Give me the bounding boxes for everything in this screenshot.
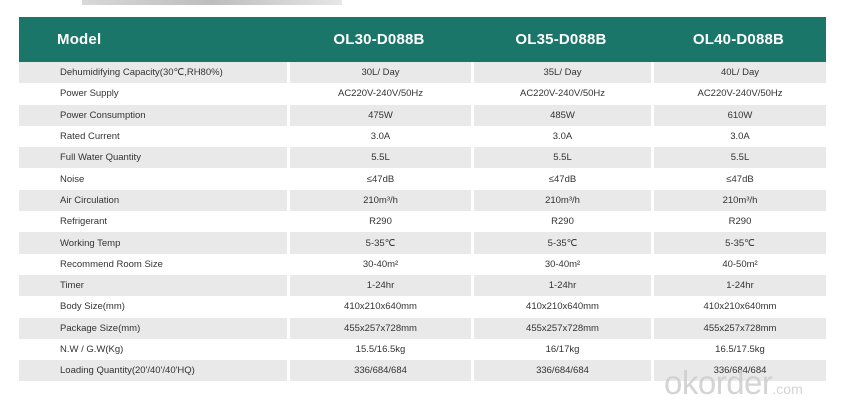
row-value: AC220V-240V/50Hz <box>287 83 471 105</box>
row-value: 3.0A <box>287 125 471 148</box>
row-label: Loading Quantity(20'/40'/40'HQ) <box>19 360 287 382</box>
row-label: Refrigerant <box>19 211 287 233</box>
header-model-ol35: OL35-D088B <box>515 31 607 48</box>
row-value: 5-35℃ <box>471 232 651 254</box>
row-label: Dehumidifying Capacity(30℃,RH80%) <box>19 62 287 84</box>
row-label: Noise <box>19 168 287 190</box>
row-label: N.W / G.W(Kg) <box>19 338 287 361</box>
row-value: 455x257x728mm <box>471 317 651 339</box>
row-value: 30L/ Day <box>287 62 471 84</box>
row-value: 35L/ Day <box>471 62 651 84</box>
row-value: 485W <box>471 104 651 126</box>
okorder-watermark: okorder.com <box>664 364 803 402</box>
row-value: 610W <box>651 104 826 126</box>
table-row: Working Temp 5-35℃ 5-35℃ 5-35℃ <box>19 232 826 254</box>
row-label: Power Supply <box>19 83 287 105</box>
row-value: 1-24hr <box>651 274 826 297</box>
row-value: 1-24hr <box>287 274 471 297</box>
row-label: Full Water Quantity <box>19 147 287 169</box>
row-value: R290 <box>287 211 471 233</box>
table-row: Rated Current 3.0A 3.0A 3.0A <box>19 125 826 148</box>
row-value: 30-40m² <box>287 253 471 275</box>
row-value: 210m³/h <box>471 189 651 212</box>
table-row: N.W / G.W(Kg) 15.5/16.5kg 16/17kg 16.5/17.5… <box>19 338 826 361</box>
row-label: Air Circulation <box>19 189 287 212</box>
row-value: 30-40m² <box>471 253 651 275</box>
row-value: 410x210x640mm <box>287 296 471 318</box>
row-value: 455x257x728mm <box>287 317 471 339</box>
row-label: Working Temp <box>19 232 287 254</box>
row-value: 40L/ Day <box>651 62 826 84</box>
table-row: Recommend Room Size 30-40m² 30-40m² 40-50m² <box>19 253 826 275</box>
row-label: Power Consumption <box>19 104 287 126</box>
row-value: ≤47dB <box>471 168 651 190</box>
table-row: Package Size(mm) 455x257x728mm 455x257x728… <box>19 317 826 339</box>
row-value: 475W <box>287 104 471 126</box>
row-value: AC220V-240V/50Hz <box>651 83 826 105</box>
row-value: 3.0A <box>471 125 651 148</box>
table-row: Noise ≤47dB ≤47dB ≤47dB <box>19 168 826 190</box>
row-label: Rated Current <box>19 125 287 148</box>
top-decoration-bar <box>82 0 342 5</box>
table-header: Model OL30-D088B OL35-D088B OL40-D088B <box>19 17 826 62</box>
spec-table: Model OL30-D088B OL35-D088B OL40-D088B D… <box>19 17 826 382</box>
row-value: 336/684/684 <box>471 360 651 382</box>
watermark-main: okorder <box>664 364 773 401</box>
row-value: 5.5L <box>471 147 651 169</box>
table-row: Dehumidifying Capacity(30℃,RH80%) 30L/ Da… <box>19 62 826 84</box>
row-value: R290 <box>651 211 826 233</box>
row-value: 3.0A <box>651 125 826 148</box>
row-value: 5-35℃ <box>287 232 471 254</box>
header-model-ol40: OL40-D088B <box>692 31 785 48</box>
header-model-ol30: OL30-D088B <box>333 31 425 48</box>
table-row: Power Consumption 475W 485W 610W <box>19 104 826 126</box>
header-model-label: Model <box>57 31 102 48</box>
row-label: Recommend Room Size <box>19 253 287 275</box>
row-value: ≤47dB <box>287 168 471 190</box>
row-value: 410x210x640mm <box>651 296 826 318</box>
row-value: 5.5L <box>287 147 471 169</box>
row-value: 16/17kg <box>471 338 651 361</box>
table-row: Refrigerant R290 R290 R290 <box>19 211 826 233</box>
row-value: AC220V-240V/50Hz <box>471 83 651 105</box>
table-row: Full Water Quantity 5.5L 5.5L 5.5L <box>19 147 826 169</box>
row-value: 5-35℃ <box>651 232 826 254</box>
row-value: ≤47dB <box>651 168 826 190</box>
watermark-suffix: .com <box>772 381 803 397</box>
row-label: Timer <box>19 274 287 297</box>
row-value: 5.5L <box>651 147 826 169</box>
row-value: 1-24hr <box>471 274 651 297</box>
row-value: R290 <box>471 211 651 233</box>
row-value: 40-50m² <box>651 253 826 275</box>
row-value: 210m³/h <box>287 189 471 212</box>
row-value: 455x257x728mm <box>651 317 826 339</box>
table-row: Air Circulation 210m³/h 210m³/h 210m³/h <box>19 189 826 212</box>
table-body: Dehumidifying Capacity(30℃,RH80%) 30L/ Da… <box>19 62 826 382</box>
row-value: 16.5/17.5kg <box>651 338 826 361</box>
row-value: 336/684/684 <box>287 360 471 382</box>
table-row: Body Size(mm) 410x210x640mm 410x210x640mm 4… <box>19 296 826 318</box>
row-value: 410x210x640mm <box>471 296 651 318</box>
row-label: Body Size(mm) <box>19 296 287 318</box>
row-label: Package Size(mm) <box>19 317 287 339</box>
table-row: Power Supply AC220V-240V/50Hz AC220V-240V/… <box>19 83 826 105</box>
row-value: 15.5/16.5kg <box>287 338 471 361</box>
table-row: Timer 1-24hr 1-24hr 1-24hr <box>19 274 826 297</box>
row-value: 210m³/h <box>651 189 826 212</box>
